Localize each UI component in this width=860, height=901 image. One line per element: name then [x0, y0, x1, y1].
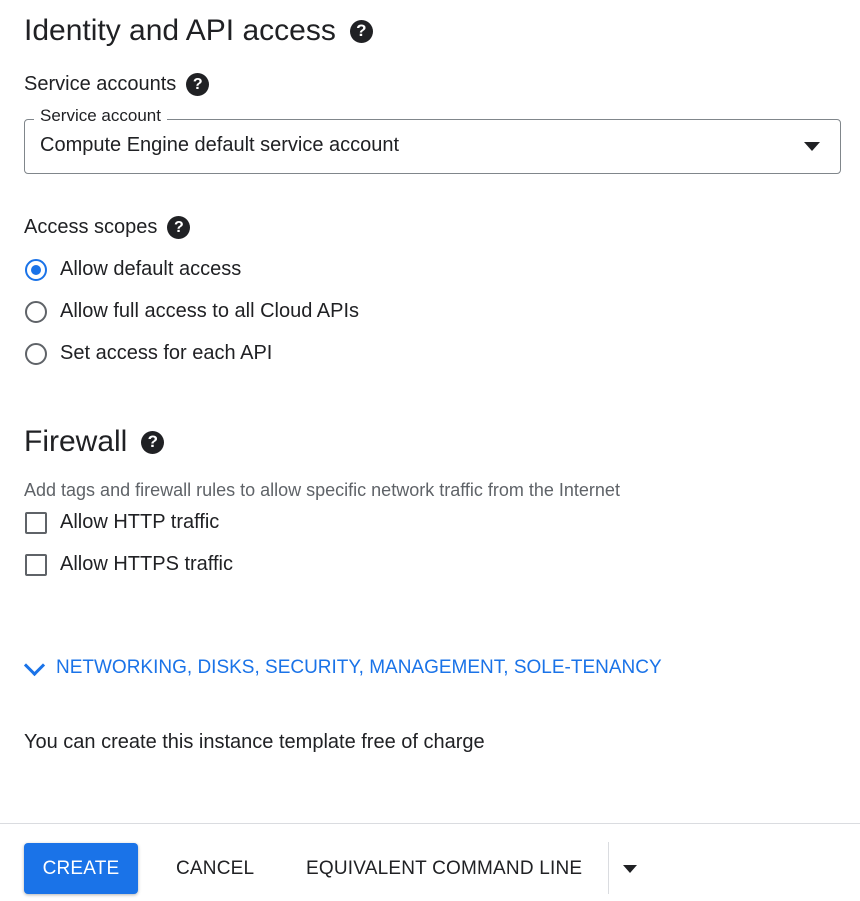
equivalent-command-line-button[interactable]: EQUIVALENT COMMAND LINE	[306, 843, 582, 894]
identity-section-title: Identity and API access ?	[24, 14, 373, 48]
service-accounts-heading: Service accounts ?	[24, 73, 210, 96]
service-accounts-heading-text: Service accounts	[24, 73, 177, 95]
firewall-title-text: Firewall	[24, 425, 128, 458]
access-scopes-heading-text: Access scopes	[24, 216, 158, 238]
scope-option-default[interactable]: Allow default access	[25, 258, 241, 281]
cancel-button[interactable]: CANCEL	[176, 843, 254, 894]
allow-https-label: Allow HTTPS traffic	[60, 553, 233, 575]
scope-option-label: Allow default access	[60, 258, 242, 280]
checkbox[interactable]	[25, 511, 47, 534]
radio-button[interactable]	[25, 342, 47, 365]
scope-option-label: Set access for each API	[60, 342, 273, 364]
help-icon[interactable]: ?	[167, 216, 191, 239]
access-scopes-heading: Access scopes ?	[24, 216, 191, 239]
arrow-drop-down-icon[interactable]	[804, 142, 820, 151]
allow-http-option[interactable]: Allow HTTP traffic	[25, 511, 219, 534]
firewall-description: Add tags and firewall rules to allow spe…	[24, 480, 620, 500]
help-icon[interactable]: ?	[349, 19, 373, 43]
allow-https-option[interactable]: Allow HTTPS traffic	[25, 553, 233, 576]
radio-button-selected[interactable]	[25, 258, 47, 281]
checkbox[interactable]	[25, 553, 47, 576]
scope-option-label: Allow full access to all Cloud APIs	[60, 300, 360, 322]
command-line-menu-button[interactable]	[621, 843, 639, 894]
scope-option-full[interactable]: Allow full access to all Cloud APIs	[25, 300, 359, 323]
chevron-down-icon	[23, 654, 46, 676]
split-button-divider	[608, 842, 609, 894]
scope-option-per-api[interactable]: Set access for each API	[25, 342, 272, 365]
arrow-drop-down-icon	[623, 864, 637, 873]
firewall-section-title: Firewall ?	[24, 425, 165, 459]
service-account-value: Compute Engine default service account	[40, 134, 400, 156]
advanced-options-expander[interactable]: NETWORKING, DISKS, SECURITY, MANAGEMENT,…	[23, 654, 662, 679]
allow-http-label: Allow HTTP traffic	[60, 511, 220, 533]
advanced-options-label: NETWORKING, DISKS, SECURITY, MANAGEMENT,…	[56, 657, 662, 678]
help-icon[interactable]: ?	[186, 73, 210, 96]
footer-divider	[0, 823, 860, 824]
identity-title-text: Identity and API access	[24, 14, 336, 47]
help-icon[interactable]: ?	[141, 430, 165, 454]
pricing-note: You can create this instance template fr…	[24, 731, 485, 753]
service-account-label: Service account	[34, 106, 167, 126]
radio-button[interactable]	[25, 300, 47, 323]
create-button[interactable]: CREATE	[24, 843, 138, 894]
